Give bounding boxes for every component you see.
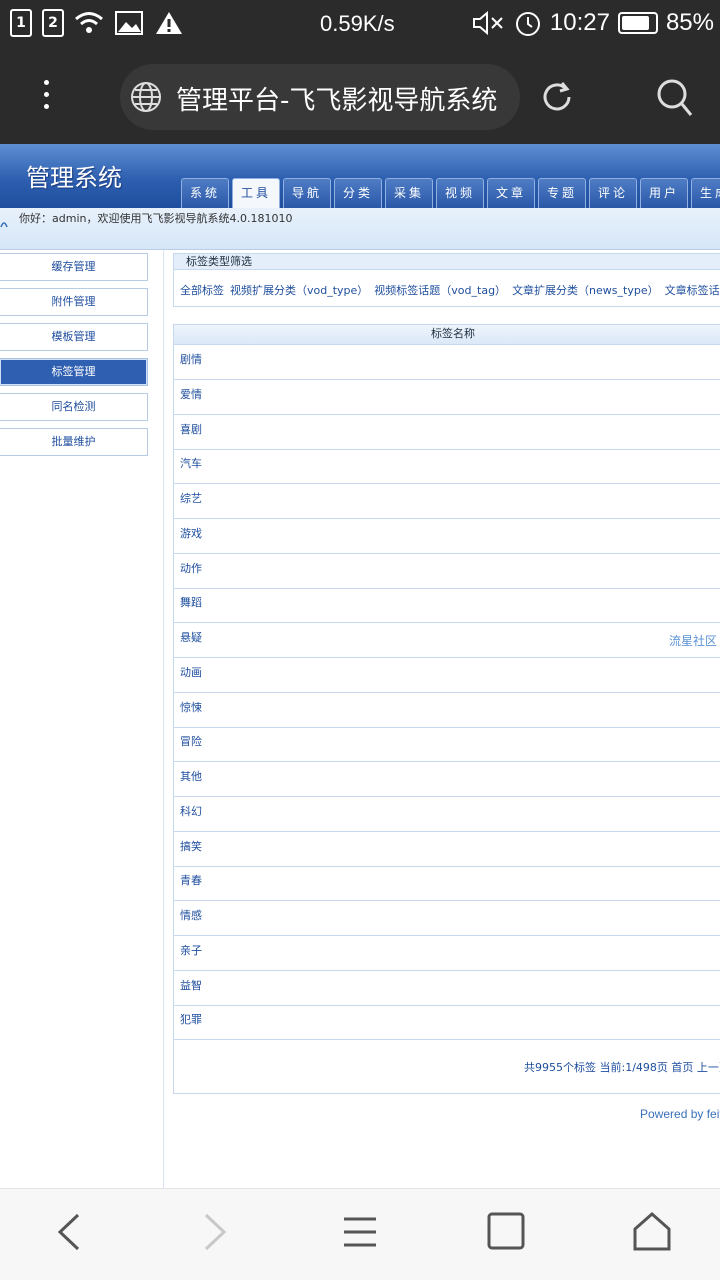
sidebar-item[interactable]: 同名检测: [0, 393, 148, 421]
admin-title: 管理系统: [26, 164, 122, 192]
forward-icon[interactable]: [200, 1211, 230, 1253]
table-row[interactable]: 益智: [174, 971, 720, 1006]
table-row[interactable]: 综艺: [174, 484, 720, 519]
table-row[interactable]: 冒险: [174, 727, 720, 763]
tag-filter-panel: 标签类型筛选 全部标签 视频扩展分类（vod_type） 视频标签话题（vod_ta…: [173, 253, 720, 307]
nav-tab[interactable]: 采集: [385, 178, 433, 208]
table-row[interactable]: 搞笑: [174, 832, 720, 867]
table-row[interactable]: 犯罪: [174, 1005, 720, 1041]
filter-links: 全部标签 视频扩展分类（vod_type） 视频标签话题（vod_tag） 文章扩展分…: [180, 282, 720, 298]
admin-header: 管理系统 系统工具导航分类采集视频文章专题评论用户生成: [0, 144, 720, 209]
sidebar-item[interactable]: 标签管理: [0, 358, 148, 386]
table-row[interactable]: 青春: [174, 866, 720, 902]
table-row[interactable]: 科幻: [174, 797, 720, 832]
nav-tab[interactable]: 专题: [538, 178, 586, 208]
search-icon[interactable]: [656, 78, 694, 118]
table-row[interactable]: 汽车: [174, 449, 720, 485]
back-icon[interactable]: [54, 1211, 84, 1253]
nav-tab[interactable]: 视频: [436, 178, 484, 208]
table-row[interactable]: 其他: [174, 762, 720, 797]
alarm-icon: [515, 12, 540, 36]
table-row[interactable]: 亲子: [174, 936, 720, 971]
table-row[interactable]: 动画: [174, 658, 720, 693]
nav-tab[interactable]: 系统: [181, 178, 229, 208]
refresh-icon[interactable]: [540, 80, 574, 114]
warning-icon: [156, 12, 182, 34]
menu-lines-icon[interactable]: [342, 1211, 378, 1253]
image-icon: [115, 11, 143, 35]
filter-link[interactable]: 视频标签话题（vod_tag）: [374, 282, 506, 298]
table-row[interactable]: 游戏: [174, 519, 720, 554]
nav-tab[interactable]: 工具: [232, 178, 280, 209]
wifi-icon: [75, 12, 103, 33]
sim1-icon: 1: [10, 9, 32, 37]
footer-powered-by[interactable]: Powered by feif: [640, 1107, 720, 1121]
nav-tab[interactable]: 文章: [487, 178, 535, 208]
sidebar: 缓存管理附件管理模板管理标签管理同名检测批量维护: [0, 250, 164, 1188]
page-title: 管理平台-飞飞影视导航系统: [176, 86, 498, 116]
globe-icon: [131, 82, 161, 112]
table-row[interactable]: 情感: [174, 901, 720, 936]
menu-icon[interactable]: [36, 76, 56, 116]
table-row[interactable]: 爱情: [174, 380, 720, 415]
filter-link[interactable]: 视频扩展分类（vod_type）: [230, 282, 368, 298]
nav-tab[interactable]: 评论: [589, 178, 637, 208]
table-header: 标签名称: [174, 325, 720, 345]
browser-bottom-nav: [0, 1188, 720, 1280]
nav-tab[interactable]: 用户: [640, 178, 688, 208]
sidebar-item[interactable]: 批量维护: [0, 428, 148, 456]
filter-link[interactable]: 全部标签: [180, 282, 224, 298]
mute-icon: [472, 10, 503, 36]
battery-icon: [617, 12, 658, 34]
watermark-text: 流星社区: [669, 634, 718, 648]
browser-toolbar: 管理平台-飞飞影视导航系统: [0, 50, 720, 144]
pagination[interactable]: 共9955个标签 当前:1/498页 首页 上一页: [524, 1059, 720, 1075]
filter-link[interactable]: 文章标签话题（ne: [665, 282, 720, 298]
sidebar-item[interactable]: 缓存管理: [0, 253, 148, 281]
tag-table: 标签名称 剧情 爱情 喜剧 汽车 综艺 游戏 动作 舞蹈 悬疑 动画 惊悚 冒险 其他 科幻 搞笑 青春 情感亲…: [173, 324, 720, 1094]
tabs-icon[interactable]: [486, 1211, 526, 1253]
nav-tabs: 系统工具导航分类采集视频文章专题评论用户生成: [181, 178, 720, 209]
nav-tab[interactable]: 生成: [691, 178, 720, 208]
table-row[interactable]: 舞蹈: [174, 588, 720, 624]
filter-link[interactable]: 文章扩展分类（news_type）: [512, 282, 659, 298]
clock: 10:27: [549, 9, 610, 36]
home-icon[interactable]: [632, 1211, 672, 1253]
welcome-text: 你好：admin，欢迎使用飞飞影视导航系统4.0.181010: [19, 212, 293, 225]
table-row[interactable]: 喜剧: [174, 415, 720, 450]
table-row[interactable]: 动作: [174, 554, 720, 589]
table-row[interactable]: 剧情: [174, 345, 720, 380]
sidebar-item[interactable]: 模板管理: [0, 323, 148, 351]
info-icon: [0, 222, 8, 228]
table-row[interactable]: 惊悚: [174, 693, 720, 728]
sidebar-item[interactable]: 附件管理: [0, 288, 148, 316]
status-bar: 1 2 0.59K/s 10:27 85%: [0, 0, 720, 50]
sim2-icon: 2: [42, 9, 64, 37]
welcome-bar: 你好：admin，欢迎使用飞飞影视导航系统4.0.181010: [0, 208, 720, 250]
nav-tab[interactable]: 分类: [334, 178, 382, 208]
address-bar[interactable]: 管理平台-飞飞影视导航系统: [120, 64, 520, 130]
filter-heading: 标签类型筛选: [174, 254, 720, 270]
nav-tab[interactable]: 导航: [283, 178, 331, 208]
table-row[interactable]: 悬疑: [174, 623, 720, 658]
battery-percent: 85%: [665, 9, 714, 36]
network-speed: 0.59K/s: [320, 11, 395, 36]
